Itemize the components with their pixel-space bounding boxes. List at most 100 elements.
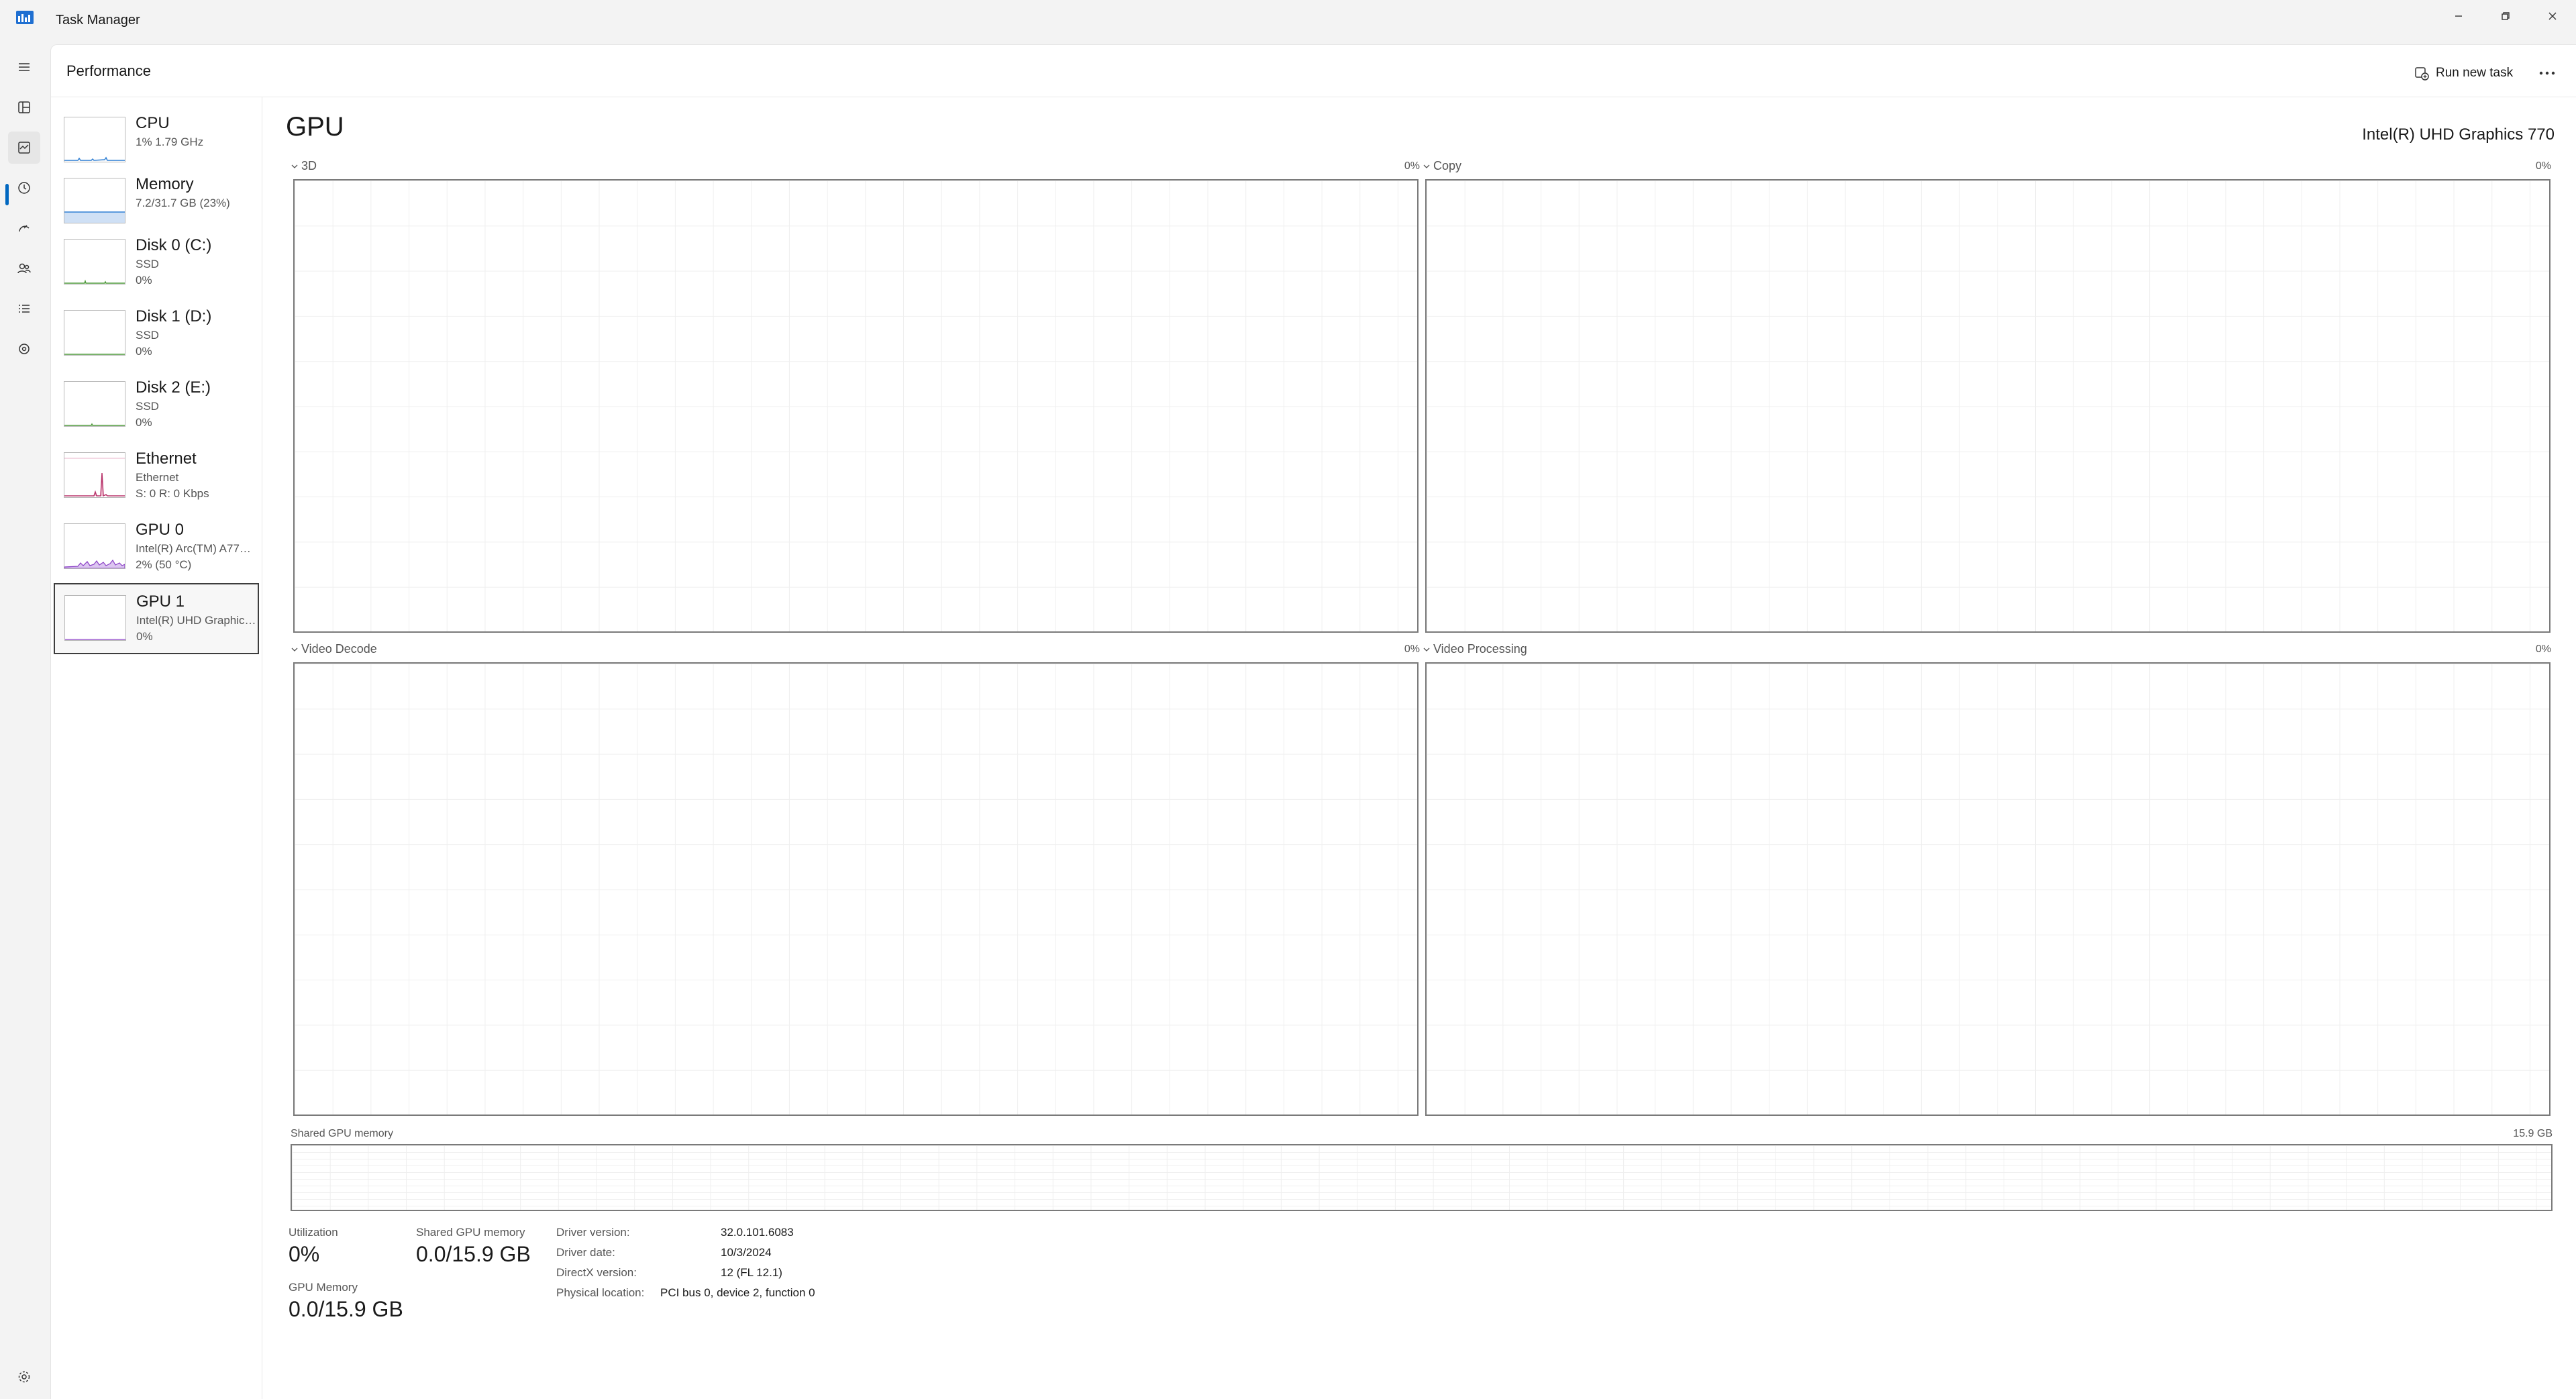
hamburger-icon xyxy=(19,63,30,71)
resource-name: Disk 0 (C:) xyxy=(136,236,212,254)
engine-selector-video-decode[interactable]: Video Decode xyxy=(291,642,377,656)
resource-name: Memory xyxy=(136,175,194,193)
engine-label: Copy xyxy=(1433,159,1462,172)
resource-throughput: S: 0 R: 0 Kbps xyxy=(136,487,209,500)
nav-processes[interactable] xyxy=(8,91,40,123)
ethernet-thumbnail-graph xyxy=(64,452,125,498)
nav-performance[interactable] xyxy=(8,132,40,164)
chevron-down-icon xyxy=(1423,647,1430,652)
memory-thumbnail-graph xyxy=(64,178,125,223)
resource-list: CPU 1% 1.79 GHz Memory 7.2/31.7 GB (23%)… xyxy=(51,97,262,1399)
resource-name: Disk 1 (D:) xyxy=(136,307,212,325)
physical-location-label: Physical location: xyxy=(556,1286,645,1299)
nav-users[interactable] xyxy=(8,252,40,284)
shared-memory-value: 0.0/15.9 GB xyxy=(416,1242,531,1266)
utilization-value: 0% xyxy=(289,1242,320,1266)
nav-settings[interactable] xyxy=(8,1361,40,1393)
nav-services[interactable] xyxy=(8,333,40,365)
title-bar: Task Manager xyxy=(0,0,2576,44)
minimize-button[interactable] xyxy=(2435,3,2482,30)
more-options-button[interactable] xyxy=(2534,60,2561,87)
gpu-1-thumbnail-graph xyxy=(64,595,126,641)
disk-2-thumbnail-graph xyxy=(64,381,125,427)
settings-icon xyxy=(18,1371,30,1383)
engine-percent: 0% xyxy=(2535,643,2551,655)
resource-disk-2[interactable]: Disk 2 (E:) SSD 0% xyxy=(54,370,259,437)
driver-version-value: 32.0.101.6083 xyxy=(721,1226,794,1239)
gpu-memory-label: GPU Memory xyxy=(289,1281,358,1294)
engine-percent: 0% xyxy=(1404,643,1420,655)
gpu-device-name: Intel(R) UHD Graphics 770 xyxy=(2362,125,2555,144)
resource-disk-0[interactable]: Disk 0 (C:) SSD 0% xyxy=(54,227,259,295)
resource-device: Intel(R) UHD Graphics ... xyxy=(136,614,257,627)
main-content: Performance Run new task CPU 1% 1.79 GHz… xyxy=(50,44,2576,1399)
resource-cpu[interactable]: CPU 1% 1.79 GHz xyxy=(54,105,259,172)
window-title: Task Manager xyxy=(56,13,140,28)
resource-usage: 2% (50 °C) xyxy=(136,558,192,571)
driver-date-value: 10/3/2024 xyxy=(721,1246,772,1259)
resource-name: CPU xyxy=(136,114,170,132)
processes-icon xyxy=(18,101,30,113)
restore-icon xyxy=(2502,12,2510,20)
resource-usage: 0% xyxy=(136,416,152,429)
engine-selector-copy[interactable]: Copy xyxy=(1423,159,1461,173)
physical-location-value: PCI bus 0, device 2, function 0 xyxy=(660,1286,815,1299)
gpu-0-thumbnail-graph xyxy=(64,523,125,569)
startup-apps-icon xyxy=(19,225,30,232)
driver-date-label: Driver date: xyxy=(556,1246,615,1259)
resource-name: GPU 0 xyxy=(136,521,185,539)
shared-memory-label: Shared GPU memory xyxy=(416,1226,525,1239)
resource-adapter: Ethernet xyxy=(136,471,179,484)
resource-detail: 7.2/31.7 GB (23%) xyxy=(136,197,230,209)
nav-details[interactable] xyxy=(8,293,40,325)
resource-type: SSD xyxy=(136,329,159,342)
gpu-memory-value: 0.0/15.9 GB xyxy=(289,1297,403,1321)
shared-memory-graph xyxy=(291,1144,2553,1211)
utilization-label: Utilization xyxy=(289,1226,338,1239)
nav-startup-apps[interactable] xyxy=(8,212,40,244)
resource-usage: 0% xyxy=(136,345,152,358)
directx-version-value: 12 (FL 12.1) xyxy=(721,1266,782,1279)
shared-memory-graph-label: Shared GPU memory xyxy=(291,1128,393,1139)
performance-icon xyxy=(18,142,30,154)
resource-detail: 1% 1.79 GHz xyxy=(136,136,204,148)
close-button[interactable] xyxy=(2529,3,2576,30)
resource-name: GPU 1 xyxy=(136,592,185,611)
details-icon xyxy=(19,305,30,313)
engine-percent: 0% xyxy=(1404,160,1420,172)
detail-title: GPU xyxy=(286,112,344,142)
resource-gpu-0[interactable]: GPU 0 Intel(R) Arc(TM) A770 ... 2% (50 °… xyxy=(54,512,259,579)
close-icon xyxy=(2548,12,2557,20)
chevron-down-icon xyxy=(291,647,298,652)
resource-ethernet[interactable]: Ethernet Ethernet S: 0 R: 0 Kbps xyxy=(54,441,259,508)
users-icon xyxy=(17,263,31,274)
resource-name: Ethernet xyxy=(136,450,197,468)
nav-app-history[interactable] xyxy=(8,172,40,204)
restore-button[interactable] xyxy=(2482,3,2529,30)
engine-label: 3D xyxy=(301,159,317,172)
page-title: Performance xyxy=(66,62,151,79)
resource-usage: 0% xyxy=(136,274,152,287)
run-new-task-button[interactable]: Run new task xyxy=(2408,60,2520,87)
resource-disk-1[interactable]: Disk 1 (D:) SSD 0% xyxy=(54,299,259,366)
app-history-icon xyxy=(18,182,30,194)
hamburger-menu-button[interactable] xyxy=(8,51,40,83)
resource-usage: 0% xyxy=(136,630,153,643)
directx-version-label: DirectX version: xyxy=(556,1266,637,1279)
engine-selector-video-processing[interactable]: Video Processing xyxy=(1423,642,1527,656)
resource-type: SSD xyxy=(136,258,159,270)
engine-label: Video Processing xyxy=(1433,642,1527,656)
resource-gpu-1[interactable]: GPU 1 Intel(R) UHD Graphics ... 0% xyxy=(54,583,259,654)
resource-device: Intel(R) Arc(TM) A770 ... xyxy=(136,542,256,555)
services-icon xyxy=(19,344,30,354)
disk-0-thumbnail-graph xyxy=(64,239,125,284)
resource-type: SSD xyxy=(136,400,159,413)
chevron-down-icon xyxy=(291,164,298,168)
resource-memory[interactable]: Memory 7.2/31.7 GB (23%) xyxy=(54,166,259,234)
engine-graph-video-decode xyxy=(293,662,1419,1116)
engine-percent: 0% xyxy=(2535,160,2551,172)
cpu-thumbnail-graph xyxy=(64,117,125,162)
engine-selector-3d[interactable]: 3D xyxy=(291,159,317,173)
run-new-task-icon xyxy=(2415,67,2429,81)
more-icon xyxy=(2539,71,2555,75)
